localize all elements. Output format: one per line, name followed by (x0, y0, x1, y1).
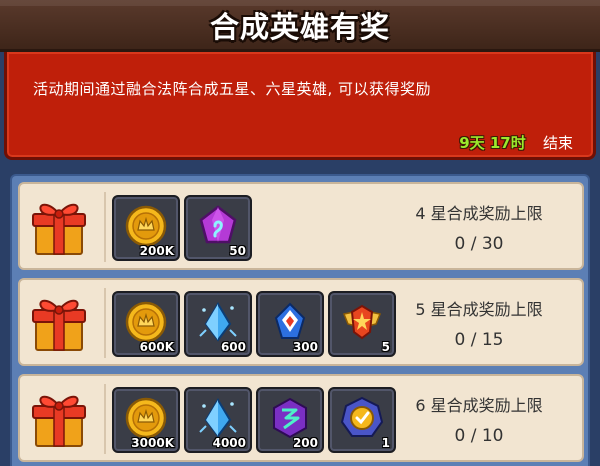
reward-quantity: 1 (381, 436, 390, 450)
reward-quantity: 5 (381, 340, 390, 354)
reward-quantity: 600K (139, 340, 174, 354)
reward-slot-spirit[interactable]: 300 (256, 291, 324, 357)
event-timer: 9天 17时 结束 (459, 132, 573, 153)
purple-rune-icon (273, 397, 307, 439)
blue-crystal-icon (199, 302, 237, 342)
row-divider (104, 192, 106, 262)
reward-slot-rune[interactable]: 200 (256, 387, 324, 453)
medal-icon (340, 396, 384, 437)
winged-badge-icon (342, 304, 382, 340)
reward-slot-gem[interactable]: 50 (184, 195, 252, 261)
gift-box-icon[interactable] (28, 292, 90, 354)
end-label: 结束 (542, 134, 573, 152)
reward-row-5-star: 600K 600 300 5 5 星合成奖励上限 0 / 15 (18, 278, 584, 366)
reward-quantity: 300 (292, 340, 318, 354)
gift-box-icon[interactable] (28, 196, 90, 258)
blue-spirit-icon (274, 302, 306, 339)
row-divider (104, 384, 106, 454)
time-remaining: 9天 17时 (459, 134, 526, 152)
row-divider (104, 288, 106, 358)
event-info-panel: 活动期间通过融合法阵合成五星、六星英雄, 可以获得奖励 9天 17时 结束 (4, 52, 596, 160)
blue-crystal-icon (199, 398, 237, 438)
reward-progress: 0 / 15 (454, 330, 504, 350)
gold-coin-icon (125, 205, 167, 247)
reward-quantity: 200K (139, 244, 174, 258)
reward-row-6-star: 3000K 4000 200 1 6 星合成奖励上限 0 / 10 (18, 374, 584, 462)
reward-limit-label: 6 星合成奖励上限 (415, 396, 543, 415)
page-title: 合成英雄有奖 (209, 10, 390, 44)
reward-slot-crystal[interactable]: 4000 (184, 387, 252, 453)
reward-quantity: 3000K (131, 436, 174, 450)
reward-quantity: 50 (229, 244, 246, 258)
gold-coin-icon (125, 397, 167, 439)
reward-slot-badge[interactable]: 5 (328, 291, 396, 357)
gift-box-icon[interactable] (28, 388, 90, 450)
reward-items: 600K 600 300 5 (112, 291, 396, 357)
purple-gem-icon (199, 205, 237, 244)
reward-progress: 0 / 10 (454, 426, 504, 446)
reward-limit-label: 5 星合成奖励上限 (415, 300, 543, 319)
reward-items: 200K 50 (112, 195, 252, 261)
title-bar: 合成英雄有奖 (0, 0, 600, 52)
reward-quantity: 4000 (212, 436, 246, 450)
reward-slot-gold[interactable]: 600K (112, 291, 180, 357)
reward-row-4-star: 200K 50 4 星合成奖励上限 0 / 30 (18, 182, 584, 270)
gold-coin-icon (125, 301, 167, 343)
reward-quantity: 200 (292, 436, 318, 450)
reward-items: 3000K 4000 200 1 (112, 387, 396, 453)
reward-quantity: 600 (220, 340, 246, 354)
reward-limit-label: 4 星合成奖励上限 (415, 204, 543, 223)
reward-list: 200K 50 4 星合成奖励上限 0 / 30 600K 600 300 5 … (10, 174, 590, 466)
reward-slot-gold[interactable]: 200K (112, 195, 180, 261)
reward-slot-crystal[interactable]: 600 (184, 291, 252, 357)
event-description: 活动期间通过融合法阵合成五星、六星英雄, 可以获得奖励 (33, 80, 432, 98)
reward-slot-medal[interactable]: 1 (328, 387, 396, 453)
reward-progress: 0 / 30 (454, 234, 504, 254)
reward-slot-gold[interactable]: 3000K (112, 387, 180, 453)
